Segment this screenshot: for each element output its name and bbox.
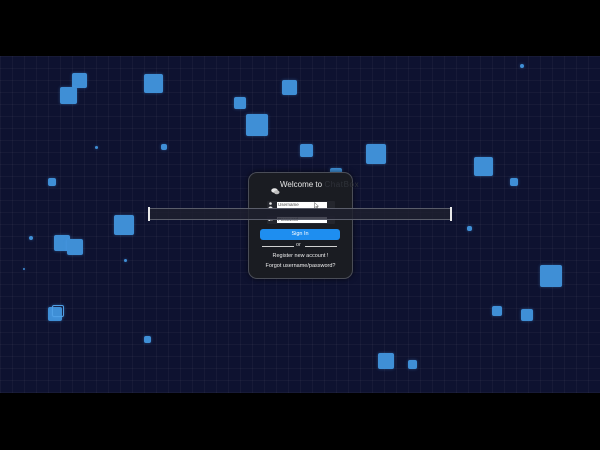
floating-cube [72,73,87,88]
overlay-left-handle [148,207,150,221]
floating-cube [521,309,533,321]
floating-cube [124,259,127,262]
register-link[interactable]: Register new account ! [249,253,352,259]
floating-cube [378,353,394,369]
floating-cube [114,215,134,235]
letterbox-top [0,0,600,56]
floating-cube [467,226,472,231]
floating-cube [492,306,502,316]
brand-name: ChatBox [324,180,360,189]
selection-overlay-bar [148,207,452,221]
forgot-password-link[interactable]: Forgot username/password? [249,263,352,269]
floating-cube [366,144,386,164]
floating-cube [48,178,56,186]
floating-cube [144,74,163,93]
floating-cube [474,157,493,176]
floating-cube [408,360,417,369]
floating-cube [144,336,151,343]
floating-cube [510,178,518,186]
animated-background: Welcome to ChatBox Username Password Sig… [0,56,600,393]
mouse-pointer-icon [314,202,319,209]
floating-cube [540,265,562,287]
divider-line-left [262,246,294,247]
floating-cube [95,146,98,149]
login-card: Welcome to ChatBox Username Password Sig… [248,172,359,279]
floating-cube [300,144,313,157]
divider-or: or [296,242,301,248]
title-prefix: Welcome to [280,180,323,189]
floating-cube [246,114,268,136]
overlay-right-handle [450,207,452,221]
floating-cube [52,305,64,317]
sign-in-button[interactable]: Sign In [260,229,340,240]
letterbox-bottom [0,393,600,450]
floating-cube [161,144,167,150]
floating-cube [520,64,524,68]
floating-cube [23,268,25,270]
floating-cube [67,239,83,255]
divider-line-right [305,246,337,247]
floating-cube [60,87,77,104]
floating-cube [282,80,297,95]
chat-bubbles-icon [271,188,280,195]
floating-cube [234,97,246,109]
floating-cube [29,236,33,240]
